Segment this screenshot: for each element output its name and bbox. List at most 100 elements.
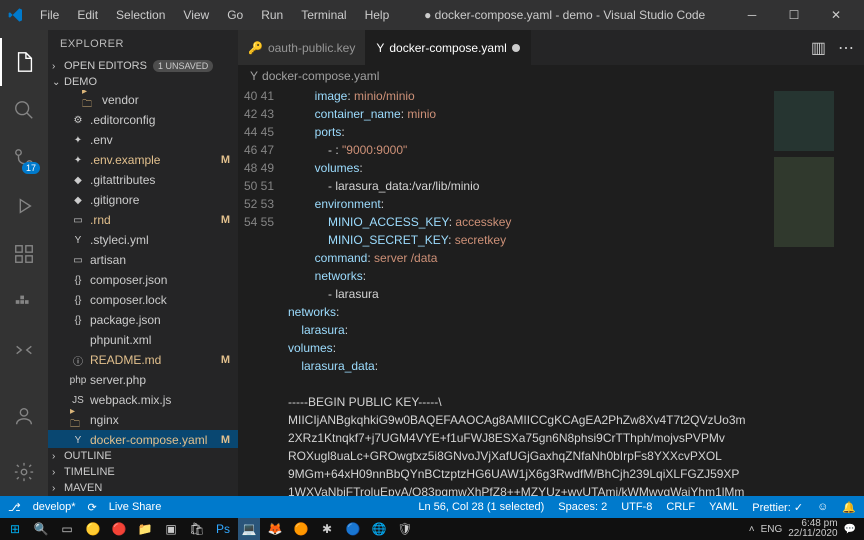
notifications-icon[interactable]: 🔔 bbox=[842, 501, 856, 514]
taskbar-app-chrome[interactable]: 🟡 bbox=[82, 518, 104, 540]
menu-help[interactable]: Help bbox=[357, 4, 398, 26]
taskbar-app-explorer[interactable]: 📁 bbox=[134, 518, 156, 540]
more-actions-icon[interactable]: ⋯ bbox=[838, 38, 854, 58]
taskbar-app-opera[interactable]: 🔴 bbox=[108, 518, 130, 540]
branch-indicator[interactable]: develop* bbox=[33, 501, 76, 513]
taskbar-app-terminal[interactable]: ▣ bbox=[160, 518, 182, 540]
explorer-icon[interactable] bbox=[0, 38, 48, 86]
taskbar-app-firefox[interactable]: 🦊 bbox=[264, 518, 286, 540]
taskbar-app-vscode[interactable]: 💻 bbox=[238, 518, 260, 540]
open-editors-section[interactable]: ›OPEN EDITORS 1 UNSAVED bbox=[48, 58, 238, 74]
debug-icon[interactable] bbox=[0, 182, 48, 230]
timeline-section[interactable]: ›TIMELINE bbox=[48, 464, 238, 480]
taskbar-app-security[interactable]: 🛡 bbox=[394, 518, 416, 540]
taskbar-app-store[interactable]: 🛍 bbox=[186, 518, 208, 540]
maven-section[interactable]: ›MAVEN bbox=[48, 480, 238, 496]
file--styleci-yml[interactable]: Y.styleci.yml bbox=[48, 230, 238, 250]
breadcrumb[interactable]: Y docker-compose.yaml bbox=[238, 65, 864, 87]
taskbar-app-ps[interactable]: Ps bbox=[212, 518, 234, 540]
taskbar-app-edge[interactable]: 🌐 bbox=[368, 518, 390, 540]
file--env[interactable]: ✦.env bbox=[48, 130, 238, 150]
menu-view[interactable]: View bbox=[175, 4, 217, 26]
editor-tabs: 🔑oauth-public.keyYdocker-compose.yaml ▥ … bbox=[238, 30, 864, 65]
indentation[interactable]: Spaces: 2 bbox=[558, 501, 607, 513]
docker-icon[interactable] bbox=[0, 278, 48, 326]
title-bar: FileEditSelectionViewGoRunTerminalHelp ●… bbox=[0, 0, 864, 30]
editor-area: 🔑oauth-public.keyYdocker-compose.yaml ▥ … bbox=[238, 30, 864, 496]
taskbar-app-git[interactable]: 🟠 bbox=[290, 518, 312, 540]
file--gitignore[interactable]: ◆.gitignore bbox=[48, 190, 238, 210]
file-server-php[interactable]: phpserver.php bbox=[48, 370, 238, 390]
file--env-example[interactable]: ✦.env.exampleM bbox=[48, 150, 238, 170]
close-button[interactable]: ✕ bbox=[816, 0, 856, 30]
tray-notifications-icon[interactable]: 💬 bbox=[844, 524, 856, 535]
taskbar-search-icon[interactable]: 🔍 bbox=[30, 518, 52, 540]
file-docker-compose-yaml[interactable]: Ydocker-compose.yamlM bbox=[48, 430, 238, 448]
file-icon: {} bbox=[70, 272, 86, 288]
encoding[interactable]: UTF-8 bbox=[621, 501, 652, 513]
menu-run[interactable]: Run bbox=[253, 4, 291, 26]
file-icon: Y bbox=[70, 232, 86, 248]
prettier-status[interactable]: Prettier: ✓ bbox=[752, 501, 803, 514]
file-icon: php bbox=[70, 372, 86, 388]
minimap[interactable] bbox=[770, 87, 850, 496]
menu-bar: FileEditSelectionViewGoRunTerminalHelp bbox=[32, 4, 397, 26]
taskbar-app-slack[interactable]: ✱ bbox=[316, 518, 338, 540]
menu-go[interactable]: Go bbox=[219, 4, 251, 26]
folder-icon: ▸ 🗀 bbox=[70, 412, 86, 428]
live-share[interactable]: Live Share bbox=[109, 501, 162, 513]
file-icon: {} bbox=[70, 312, 86, 328]
cursor-position[interactable]: Ln 56, Col 28 (1 selected) bbox=[418, 501, 544, 513]
file-composer-json[interactable]: {}composer.json bbox=[48, 270, 238, 290]
file-phpunit-xml[interactable]: phpunit.xml bbox=[48, 330, 238, 350]
tab-file-icon: Y bbox=[376, 41, 384, 55]
task-view-icon[interactable]: ▭ bbox=[56, 518, 78, 540]
folder-nginx[interactable]: ▸ 🗀nginx bbox=[48, 410, 238, 430]
tab-oauth-public-key[interactable]: 🔑oauth-public.key bbox=[238, 30, 366, 65]
tab-docker-compose-yaml[interactable]: Ydocker-compose.yaml bbox=[366, 30, 530, 65]
file-icon: ◆ bbox=[70, 192, 86, 208]
menu-edit[interactable]: Edit bbox=[69, 4, 106, 26]
start-button[interactable]: ⊞ bbox=[4, 518, 26, 540]
system-tray[interactable]: ˄ ENG 6:48 pm 22/11/2020 💬 bbox=[749, 519, 860, 539]
menu-file[interactable]: File bbox=[32, 4, 67, 26]
file-icon: {} bbox=[70, 292, 86, 308]
outline-section[interactable]: ›OUTLINE bbox=[48, 448, 238, 464]
file-icon: ✦ bbox=[70, 152, 86, 168]
feedback-icon[interactable]: ☺ bbox=[817, 501, 828, 513]
eol[interactable]: CRLF bbox=[666, 501, 695, 513]
file--rnd[interactable]: ▭.rndM bbox=[48, 210, 238, 230]
settings-gear-icon[interactable] bbox=[0, 448, 48, 496]
split-editor-icon[interactable]: ▥ bbox=[811, 38, 826, 58]
folder-vendor[interactable]: ▸ 🗀vendor bbox=[48, 90, 238, 110]
window-title: ● docker-compose.yaml - demo - Visual St… bbox=[397, 8, 732, 22]
file-icon bbox=[70, 332, 86, 348]
extensions-icon[interactable] bbox=[0, 230, 48, 278]
menu-terminal[interactable]: Terminal bbox=[293, 4, 354, 26]
language-mode[interactable]: YAML bbox=[709, 501, 738, 513]
sync-icon[interactable]: ⟳ bbox=[88, 501, 97, 514]
remote-indicator[interactable]: ⎇ bbox=[8, 501, 21, 514]
taskbar-app-skype[interactable]: 🔵 bbox=[342, 518, 364, 540]
file--gitattributes[interactable]: ◆.gitattributes bbox=[48, 170, 238, 190]
file-icon: Y bbox=[70, 432, 86, 448]
source-control-icon[interactable]: 17 bbox=[0, 134, 48, 182]
file-artisan[interactable]: ▭artisan bbox=[48, 250, 238, 270]
file--editorconfig[interactable]: ⚙.editorconfig bbox=[48, 110, 238, 130]
maximize-button[interactable]: ☐ bbox=[774, 0, 814, 30]
breadcrumb-file-icon: Y bbox=[250, 69, 258, 83]
vscode-logo-icon bbox=[8, 7, 24, 23]
tray-lang[interactable]: ENG bbox=[761, 524, 783, 535]
minimize-button[interactable]: ─ bbox=[732, 0, 772, 30]
file-README-md[interactable]: ⓘREADME.mdM bbox=[48, 350, 238, 370]
account-icon[interactable] bbox=[0, 392, 48, 440]
tray-chevron-icon[interactable]: ˄ bbox=[749, 524, 755, 535]
file-composer-lock[interactable]: {}composer.lock bbox=[48, 290, 238, 310]
file-package-json[interactable]: {}package.json bbox=[48, 310, 238, 330]
search-icon[interactable] bbox=[0, 86, 48, 134]
remote-icon[interactable] bbox=[0, 326, 48, 374]
menu-selection[interactable]: Selection bbox=[108, 4, 173, 26]
project-section[interactable]: ⌄DEMO bbox=[48, 74, 238, 90]
file-icon: ⚙ bbox=[70, 112, 86, 128]
code-editor[interactable]: 40 41 42 43 44 45 46 47 48 49 50 51 52 5… bbox=[238, 87, 864, 496]
